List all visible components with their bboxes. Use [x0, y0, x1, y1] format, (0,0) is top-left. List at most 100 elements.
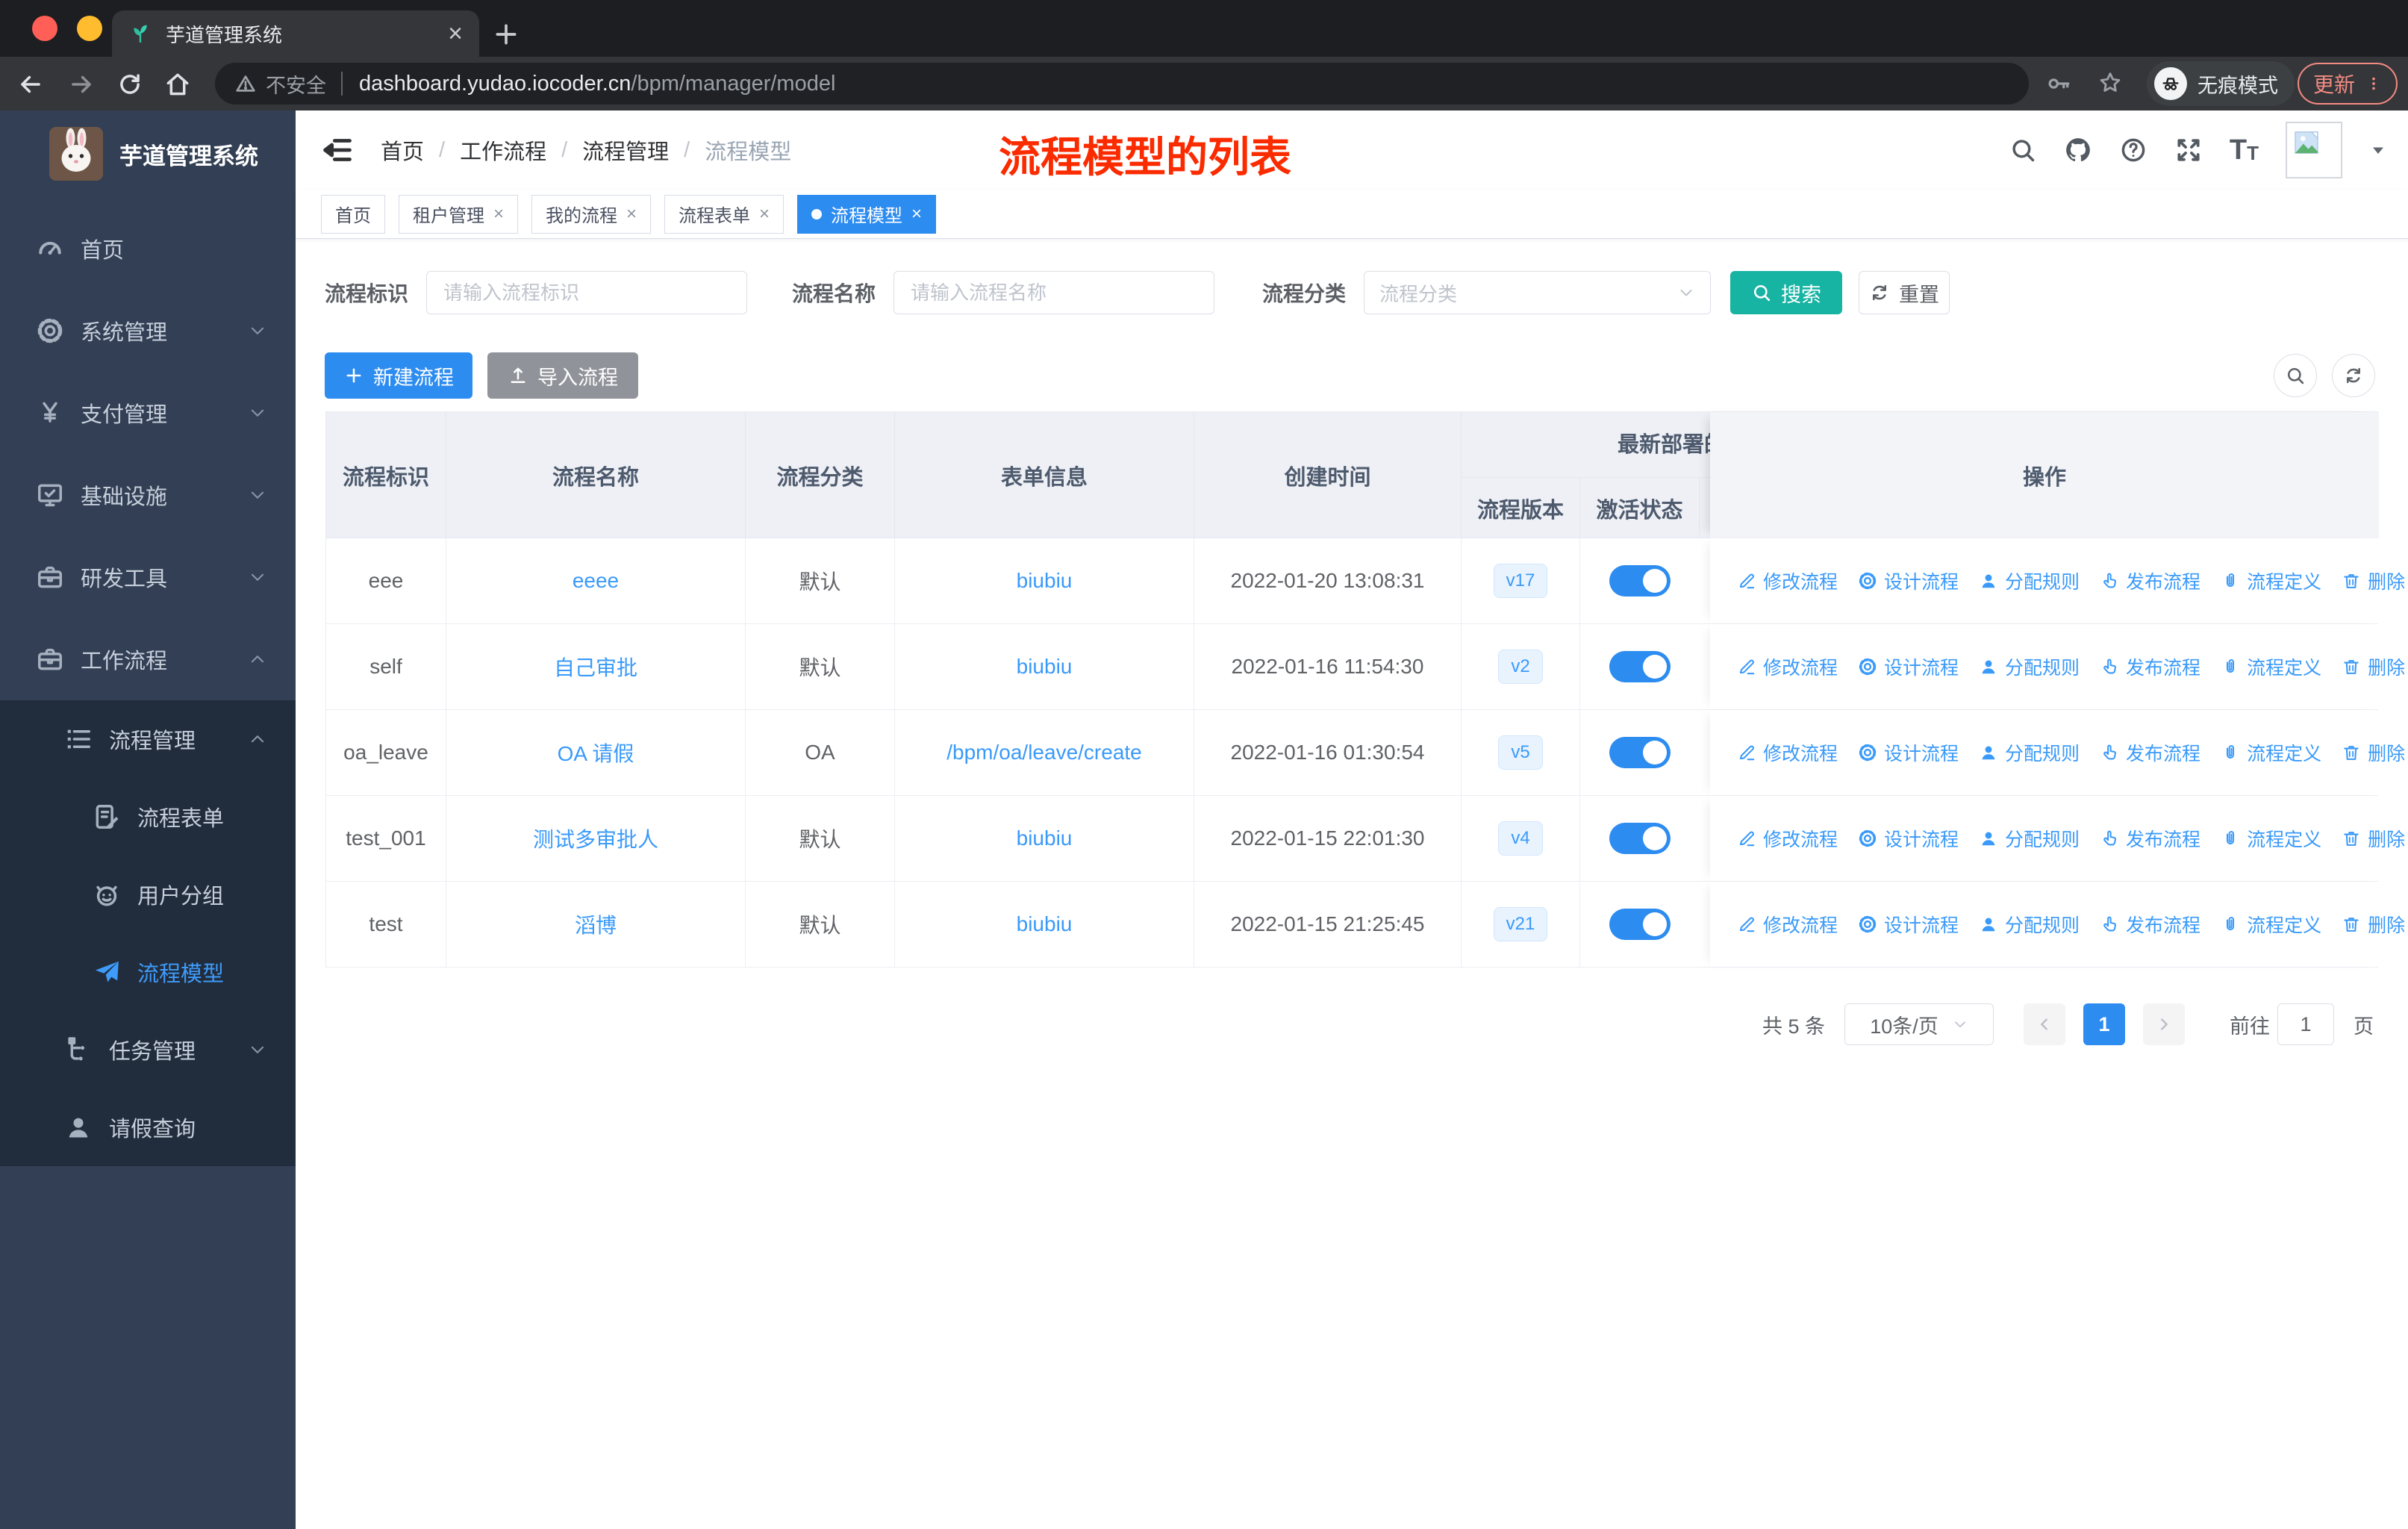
- forward-icon[interactable]: [67, 70, 96, 99]
- form-info-link[interactable]: biubiu: [1017, 569, 1073, 593]
- sidebar-item-monitor[interactable]: 基础设施: [0, 454, 296, 536]
- url-bar[interactable]: 不安全 dashboard.yudao.iocoder.cn/bpm/manag…: [215, 63, 2029, 105]
- form-info-link[interactable]: biubiu: [1017, 826, 1073, 850]
- action-gear[interactable]: 设计流程: [1858, 739, 1959, 766]
- tag-2[interactable]: 我的流程 ×: [531, 194, 652, 234]
- active-toggle[interactable]: [1609, 651, 1671, 682]
- close-icon[interactable]: ×: [493, 205, 504, 223]
- action-paperclip[interactable]: 流程定义: [2221, 739, 2321, 766]
- sidebar-item-yen[interactable]: 支付管理: [0, 372, 296, 454]
- sidebar-subitem-4[interactable]: 任务管理: [0, 1011, 296, 1089]
- close-icon[interactable]: ×: [759, 205, 770, 223]
- process-name-link[interactable]: OA 请假: [558, 738, 634, 767]
- action-paperclip[interactable]: 流程定义: [2221, 911, 2321, 938]
- prev-page-button[interactable]: [2024, 1003, 2065, 1045]
- tab-close-icon[interactable]: ×: [448, 21, 463, 46]
- import-process-button[interactable]: 导入流程: [487, 352, 638, 399]
- menu-dots-icon[interactable]: [2365, 74, 2382, 93]
- sidebar-subitem-1[interactable]: 流程表单: [0, 778, 296, 856]
- process-name-link[interactable]: eeee: [573, 569, 619, 593]
- avatar[interactable]: [2286, 122, 2342, 178]
- active-toggle[interactable]: [1609, 823, 1671, 854]
- github-icon[interactable]: [2064, 136, 2092, 164]
- current-page-button[interactable]: 1: [2083, 1003, 2125, 1045]
- breadcrumb-item-2[interactable]: 流程管理: [582, 134, 669, 166]
- breadcrumb-item-0[interactable]: 首页: [381, 134, 424, 166]
- sidebar-subitem-0[interactable]: 流程管理: [0, 700, 296, 778]
- action-hand-up[interactable]: 发布流程: [2100, 567, 2200, 594]
- filter-input-1[interactable]: [893, 271, 1215, 314]
- action-gear[interactable]: 设计流程: [1858, 825, 1959, 852]
- sidebar-item-toolbox[interactable]: 研发工具: [0, 536, 296, 618]
- process-name-link[interactable]: 测试多审批人: [533, 823, 658, 853]
- action-user[interactable]: 分配规则: [1979, 911, 2080, 938]
- process-name-link[interactable]: 自己审批: [554, 652, 637, 682]
- tag-0[interactable]: 首页 ×: [321, 194, 385, 234]
- filter-select-2[interactable]: 流程分类: [1364, 271, 1712, 314]
- tag-4[interactable]: 流程模型 ×: [797, 194, 937, 234]
- form-info-link[interactable]: biubiu: [1017, 655, 1073, 679]
- filter-input-0[interactable]: [426, 271, 748, 314]
- font-size-icon[interactable]: TT: [2230, 136, 2259, 164]
- browser-tab[interactable]: 芋道管理系统 ×: [112, 10, 479, 57]
- back-icon[interactable]: [16, 70, 45, 99]
- form-info-link[interactable]: biubiu: [1017, 912, 1073, 936]
- action-trash[interactable]: 删除: [2342, 567, 2405, 594]
- minimize-window-button[interactable]: [77, 16, 102, 41]
- not-secure-label[interactable]: 不安全: [266, 69, 326, 99]
- sidebar-item-dashboard[interactable]: 首页: [0, 208, 296, 290]
- bookmark-star-icon[interactable]: [2096, 69, 2124, 97]
- process-name-link[interactable]: 滔博: [575, 909, 617, 939]
- version-badge[interactable]: v4: [1498, 821, 1543, 856]
- page-size-select[interactable]: 10条/页: [1844, 1003, 1994, 1045]
- action-user[interactable]: 分配规则: [1979, 653, 2080, 680]
- action-edit[interactable]: 修改流程: [1737, 653, 1838, 680]
- action-hand-up[interactable]: 发布流程: [2100, 653, 2200, 680]
- version-badge[interactable]: v21: [1493, 907, 1548, 941]
- close-icon[interactable]: ×: [626, 205, 637, 223]
- search-icon[interactable]: [2009, 136, 2037, 164]
- action-paperclip[interactable]: 流程定义: [2221, 825, 2321, 852]
- reset-button[interactable]: 重置: [1859, 271, 1950, 314]
- fullscreen-icon[interactable]: [2174, 136, 2203, 164]
- action-edit[interactable]: 修改流程: [1737, 567, 1838, 594]
- sidebar-item-briefcase[interactable]: 工作流程: [0, 618, 296, 700]
- sidebar-subitem-5[interactable]: 请假查询: [0, 1089, 296, 1166]
- action-gear[interactable]: 设计流程: [1858, 911, 1959, 938]
- close-window-button[interactable]: [32, 16, 57, 41]
- sidebar-item-gear[interactable]: 系统管理: [0, 290, 296, 372]
- version-badge[interactable]: v5: [1498, 735, 1543, 770]
- create-process-button[interactable]: 新建流程: [325, 352, 472, 399]
- action-edit[interactable]: 修改流程: [1737, 825, 1838, 852]
- home-icon[interactable]: [163, 70, 192, 99]
- version-badge[interactable]: v2: [1498, 650, 1543, 684]
- sidebar-subitem-3[interactable]: 流程模型: [0, 933, 296, 1011]
- action-gear[interactable]: 设计流程: [1858, 653, 1959, 680]
- reload-icon[interactable]: [116, 70, 144, 99]
- help-icon[interactable]: [2119, 136, 2147, 164]
- action-edit[interactable]: 修改流程: [1737, 911, 1838, 938]
- next-page-button[interactable]: [2143, 1003, 2185, 1045]
- sidebar-subitem-2[interactable]: 用户分组: [0, 856, 296, 933]
- close-icon[interactable]: ×: [911, 205, 922, 223]
- caret-down-icon[interactable]: [2369, 141, 2387, 159]
- action-trash[interactable]: 删除: [2342, 739, 2405, 766]
- action-paperclip[interactable]: 流程定义: [2221, 653, 2321, 680]
- show-search-button[interactable]: [2274, 354, 2317, 397]
- active-toggle[interactable]: [1609, 565, 1671, 597]
- breadcrumb-item-1[interactable]: 工作流程: [460, 134, 546, 166]
- browser-update-button[interactable]: 更新: [2298, 63, 2398, 105]
- action-hand-up[interactable]: 发布流程: [2100, 911, 2200, 938]
- action-trash[interactable]: 删除: [2342, 911, 2405, 938]
- action-trash[interactable]: 删除: [2342, 653, 2405, 680]
- tag-1[interactable]: 租户管理 ×: [399, 194, 519, 234]
- goto-page-input[interactable]: [2277, 1003, 2334, 1045]
- action-hand-up[interactable]: 发布流程: [2100, 825, 2200, 852]
- collapse-sidebar-icon[interactable]: [321, 134, 354, 166]
- action-paperclip[interactable]: 流程定义: [2221, 567, 2321, 594]
- form-info-link[interactable]: /bpm/oa/leave/create: [946, 741, 1142, 764]
- search-button[interactable]: 搜索: [1730, 271, 1843, 314]
- password-key-icon[interactable]: [2045, 70, 2072, 97]
- active-toggle[interactable]: [1609, 737, 1671, 768]
- action-user[interactable]: 分配规则: [1979, 567, 2080, 594]
